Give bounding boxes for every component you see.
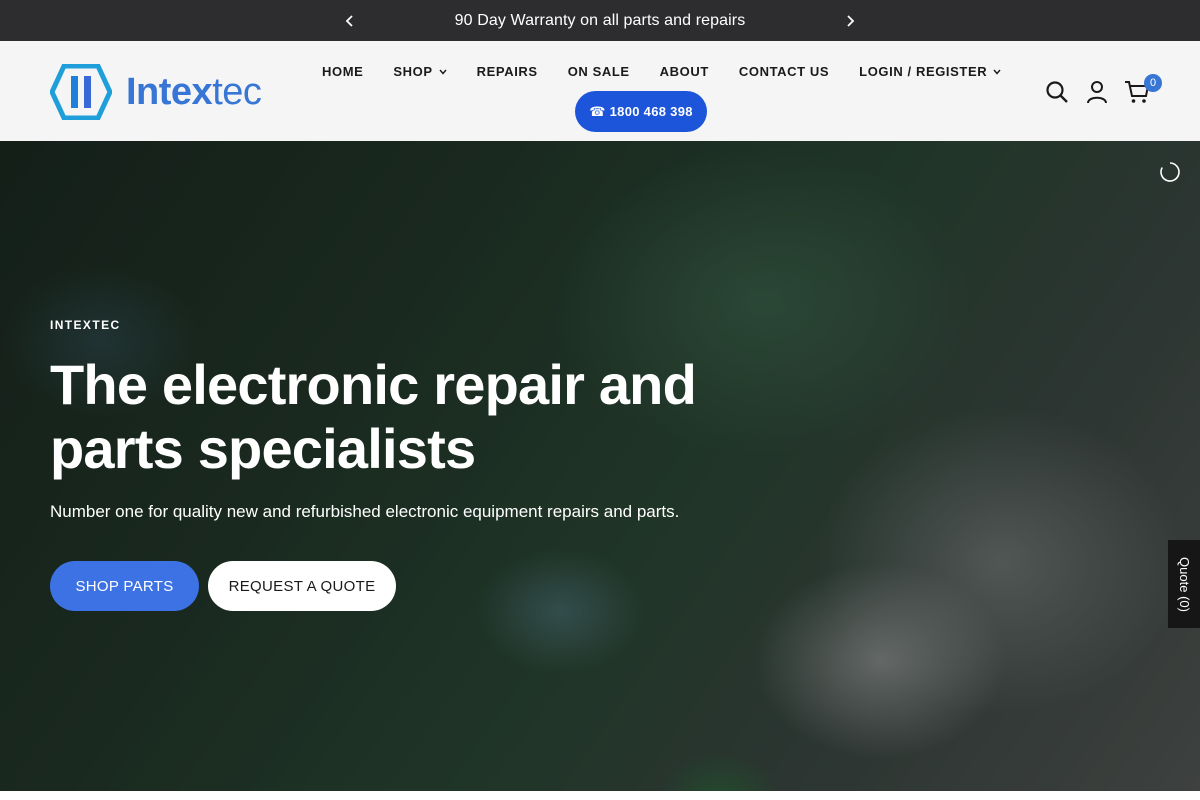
hero-subhead: Number one for quality new and refurbish… — [50, 502, 680, 521]
loading-spinner-icon — [1160, 162, 1180, 182]
announcement-bar: 90 Day Warranty on all parts and repairs — [0, 0, 1200, 41]
cart-count-badge: 0 — [1144, 74, 1162, 92]
main-nav: HOME SHOP REPAIRS ON SALE ABOUT CONTACT … — [307, 58, 1016, 85]
hero-banner: INTEXTEC The electronic repair and parts… — [0, 141, 1200, 791]
quote-tab[interactable]: Quote (0) — [1168, 540, 1200, 628]
search-icon[interactable] — [1044, 79, 1070, 105]
phone-button[interactable]: ☎ 1800 468 398 — [575, 91, 707, 132]
nav-item-contact-us[interactable]: CONTACT US — [724, 58, 844, 85]
site-header: Intextec HOME SHOP REPAIRS ON SALE ABOUT… — [0, 41, 1200, 141]
hero-eyebrow: INTEXTEC — [50, 318, 121, 332]
nav-item-home[interactable]: HOME — [307, 58, 378, 85]
hero-headline: The electronic repair and parts speciali… — [50, 353, 697, 480]
logo-text: Intextec — [126, 70, 262, 113]
nav-item-login-register[interactable]: LOGIN / REGISTER — [844, 58, 1016, 85]
chevron-left-icon[interactable] — [336, 7, 364, 35]
chevron-down-icon — [993, 69, 1001, 75]
logo[interactable]: Intextec — [50, 63, 270, 121]
logo-mark-icon — [50, 64, 112, 120]
nav-item-shop[interactable]: SHOP — [378, 58, 461, 85]
shop-parts-button[interactable]: SHOP PARTS — [50, 561, 199, 611]
nav-item-repairs[interactable]: REPAIRS — [462, 58, 553, 85]
chevron-right-icon[interactable] — [836, 7, 864, 35]
nav-item-about[interactable]: ABOUT — [645, 58, 724, 85]
user-icon[interactable] — [1084, 79, 1110, 105]
request-quote-button[interactable]: REQUEST A QUOTE — [208, 561, 396, 611]
announcement-text: 90 Day Warranty on all parts and repairs — [454, 11, 746, 29]
chevron-down-icon — [439, 69, 447, 75]
nav-item-on-sale[interactable]: ON SALE — [553, 58, 645, 85]
quote-tab-label: Quote (0) — [1176, 556, 1192, 612]
